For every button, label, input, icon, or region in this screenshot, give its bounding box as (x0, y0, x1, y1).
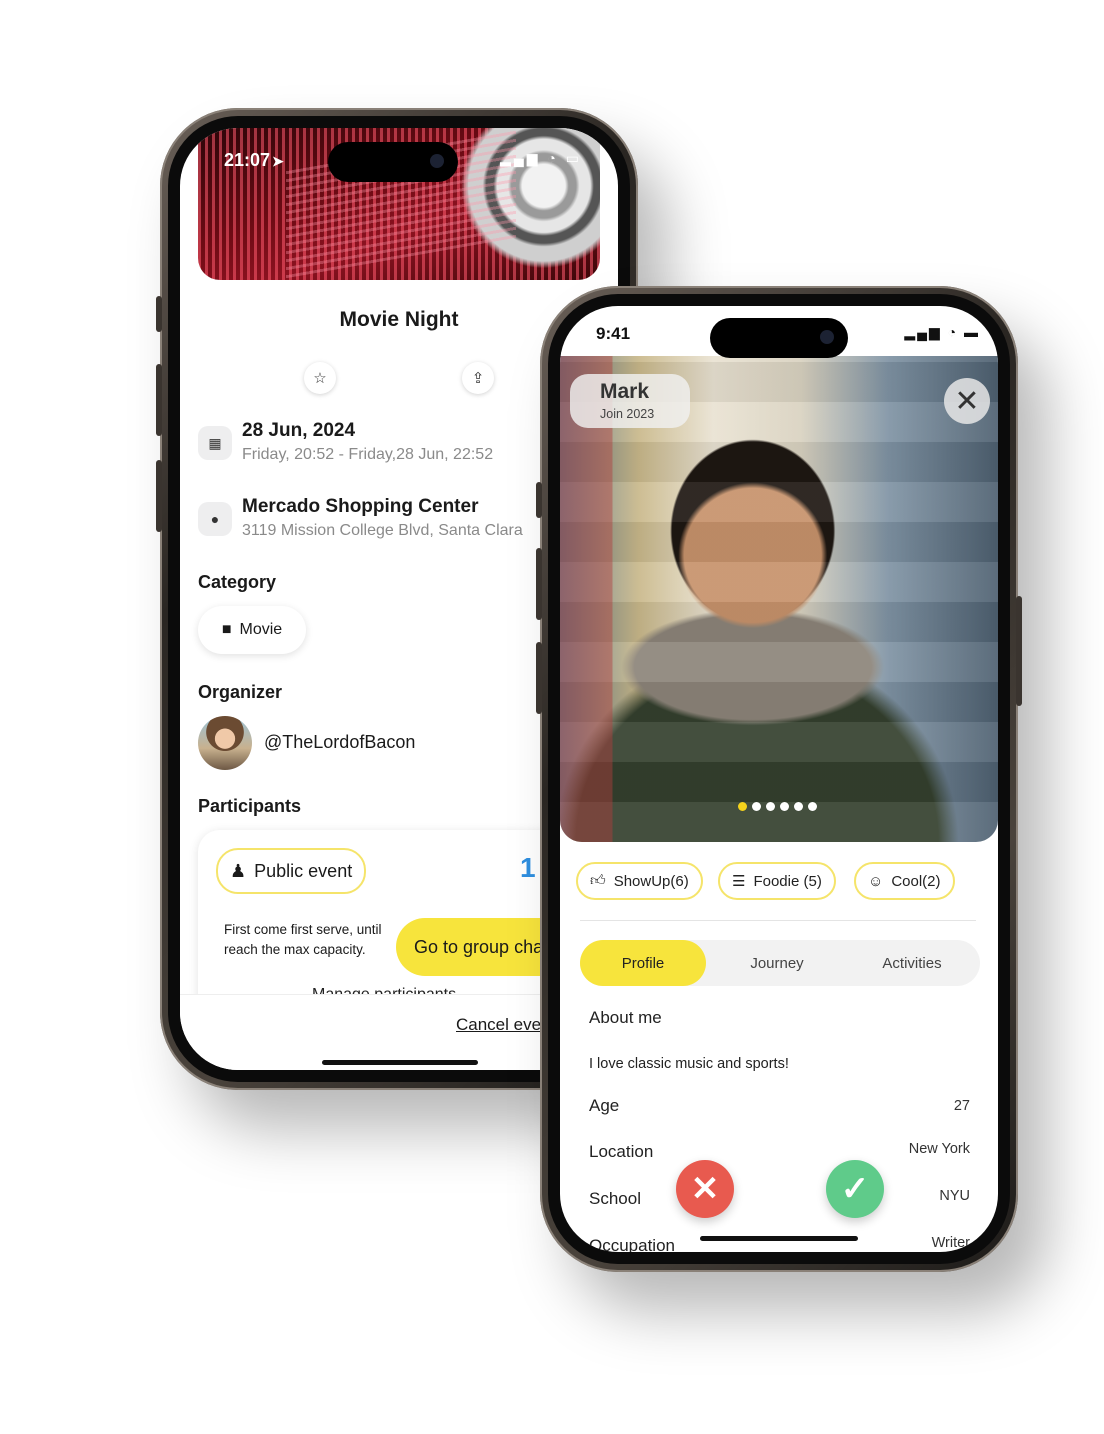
home-indicator[interactable] (322, 1060, 478, 1065)
pagination-dot[interactable] (780, 802, 789, 811)
tag-showup[interactable]: 👍︎ ShowUp(6) (576, 862, 703, 900)
event-type-label: Public event (254, 860, 353, 881)
event-policy-line: First come first serve, until (224, 922, 382, 937)
about-text: I love classic music and sports! (589, 1056, 789, 1072)
event-date: 28 Jun, 2024 (242, 420, 356, 441)
about-heading: About me (589, 1008, 662, 1027)
dynamic-island (710, 318, 848, 358)
status-bar-time: 9:41 (596, 324, 631, 343)
organizer-handle[interactable]: @TheLordofBacon (264, 732, 415, 753)
poster-wall-background (560, 356, 998, 842)
detail-label-age: Age (589, 1096, 620, 1115)
divider (580, 920, 976, 921)
favorite-button[interactable]: ☆ (304, 362, 336, 394)
photo-pagination[interactable] (738, 802, 817, 811)
status-bar-time: 21:07 ➤ (224, 150, 284, 170)
phone-volume-up (536, 548, 542, 620)
public-event-badge: ♟ Public event (216, 848, 367, 894)
share-icon: ⇪ (471, 370, 485, 387)
close-icon: ✕ (954, 384, 980, 418)
tab-profile[interactable]: Profile (580, 940, 706, 986)
event-policy-text: First come first serve, until reach the … (224, 920, 424, 960)
profile-photo[interactable]: Mark Join 2023 ✕ (560, 356, 998, 842)
event-location-address: 3119 Mission College Blvd, Santa Clara (242, 522, 523, 539)
close-button[interactable]: ✕ (944, 378, 990, 424)
tag-foodie[interactable]: ☰ Foodie (5) (718, 862, 836, 900)
reject-button[interactable]: ✕ (676, 1160, 734, 1218)
detail-label-location: Location (589, 1142, 654, 1161)
pagination-dot[interactable] (766, 802, 775, 811)
phone-mute-switch (536, 482, 542, 518)
join-year: Join 2023 (600, 407, 655, 421)
category-heading: Category (198, 572, 277, 592)
burger-icon: ☰ (732, 873, 746, 890)
star-icon: ☆ (313, 370, 327, 387)
people-icon: ♟ (230, 860, 247, 881)
participants-heading: Participants (198, 796, 302, 816)
category-label: Movie (239, 621, 283, 638)
tag-label: Foodie (5) (753, 872, 822, 890)
pagination-dot[interactable] (738, 802, 747, 811)
detail-value-age: 27 (953, 1098, 970, 1114)
detail-label-occupation: Occupation (589, 1236, 675, 1252)
tag-label: Cool(2) (891, 872, 941, 890)
profile-name: Mark (600, 380, 650, 403)
detail-value-location: New York (908, 1141, 970, 1157)
tag-label: ShowUp(6) (613, 872, 689, 890)
event-location-name: Mercado Shopping Center (242, 496, 479, 517)
home-indicator[interactable] (700, 1236, 858, 1241)
tag-cool[interactable]: ☺ Cool(2) (854, 862, 955, 900)
profile-tabs: Profile Journey Activities (580, 940, 980, 986)
profile-screen: 9:41 ▂▄▆ ◔ ▬ Mark Join 2023 ✕ 👍︎ ShowUp(… (560, 306, 998, 1252)
pagination-dot[interactable] (794, 802, 803, 811)
accept-button[interactable]: ✓ (826, 1160, 884, 1218)
calendar-icon: ▦ (198, 426, 232, 460)
tab-journey[interactable]: Journey (712, 940, 842, 986)
name-badge: Mark Join 2023 (570, 374, 690, 428)
category-chip[interactable]: ■ Movie (198, 606, 306, 654)
participant-count: 1 (520, 852, 536, 883)
phone-volume-up (156, 364, 162, 436)
phone-power-button (1016, 596, 1022, 706)
location-pin-icon: ● (198, 502, 232, 536)
detail-label-school: School (589, 1189, 641, 1208)
pagination-dot[interactable] (808, 802, 817, 811)
event-policy-line: reach the max capacity. (224, 942, 366, 957)
organizer-heading: Organizer (198, 682, 283, 702)
thumbs-up-icon: 👍︎ (590, 872, 606, 889)
profile-phone: 9:41 ▂▄▆ ◔ ▬ Mark Join 2023 ✕ 👍︎ ShowUp(… (536, 286, 1022, 1272)
tab-activities[interactable]: Activities (848, 940, 976, 986)
dynamic-island (328, 142, 458, 182)
phone-mute-switch (156, 296, 162, 332)
status-bar-icons: ▂▄▆ ◔ ▬ (904, 324, 980, 340)
x-icon: ✕ (690, 1170, 720, 1208)
event-time-range: Friday, 20:52 - Friday,28 Jun, 22:52 (242, 446, 494, 463)
status-bar-icons: ▂▄▆ ◔ ▭ (500, 150, 582, 166)
check-icon: ✓ (840, 1170, 870, 1208)
detail-value-occupation: Writer (931, 1235, 970, 1251)
pagination-dot[interactable] (752, 802, 761, 811)
share-button[interactable]: ⇪ (462, 362, 494, 394)
phone-volume-down (536, 642, 542, 714)
phone-volume-down (156, 460, 162, 532)
movie-camera-icon: ■ (221, 621, 232, 638)
location-arrow-icon: ➤ (272, 153, 284, 169)
organizer-avatar[interactable] (198, 716, 252, 770)
detail-value-school: NYU (939, 1188, 970, 1204)
sunglasses-icon: ☺ (868, 872, 884, 890)
